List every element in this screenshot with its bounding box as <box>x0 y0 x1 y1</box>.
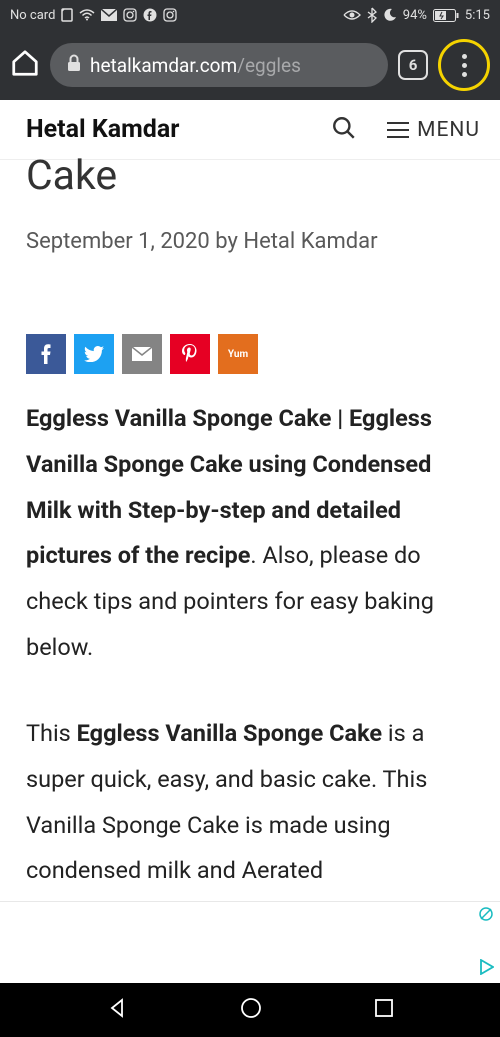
status-right: 94% 5:15 <box>343 7 490 23</box>
bluetooth-icon <box>367 7 377 23</box>
more-menu-highlight <box>438 39 490 91</box>
nav-recent-button[interactable] <box>374 998 394 1022</box>
home-icon[interactable] <box>10 48 40 82</box>
mail-icon <box>101 9 117 21</box>
share-twitter[interactable] <box>74 334 114 374</box>
sim-icon <box>61 8 73 22</box>
share-yummly[interactable]: Yum <box>218 334 258 374</box>
p2-bold: Eggless Vanilla Sponge Cake <box>77 719 382 747</box>
eye-icon <box>343 9 361 21</box>
menu-label: MENU <box>417 118 480 142</box>
battery-icon <box>433 9 459 22</box>
instagram-icon <box>123 8 137 22</box>
android-status-bar: No card 94% 5:15 <box>0 0 500 30</box>
instagram-icon-2 <box>163 8 177 22</box>
site-title[interactable]: Hetal Kamdar <box>26 115 179 144</box>
by-label: by <box>215 229 238 254</box>
post-meta: September 1, 2020 by Hetal Kamdar <box>26 229 474 254</box>
post-author[interactable]: Hetal Kamdar <box>243 229 377 254</box>
share-row: Yum <box>26 334 474 374</box>
search-icon[interactable] <box>331 115 357 145</box>
share-email[interactable] <box>122 334 162 374</box>
moon-icon <box>383 8 397 22</box>
hamburger-icon <box>387 122 409 138</box>
site-header: Hetal Kamdar MENU <box>0 100 500 160</box>
lock-icon <box>66 54 82 77</box>
wifi-icon <box>79 9 95 21</box>
yum-label: Yum <box>228 349 248 360</box>
browser-toolbar: hetalkamdar.com/eggles 6 <box>0 30 500 100</box>
share-pinterest[interactable] <box>170 334 210 374</box>
paragraph-1: Eggless Vanilla Sponge Cake | Eggless Va… <box>26 396 474 671</box>
p2-a: This <box>26 719 77 747</box>
url-path: /eggles <box>237 54 301 77</box>
nav-back-button[interactable] <box>106 997 128 1023</box>
ad-play-icon[interactable] <box>480 959 494 979</box>
tab-count-label: 6 <box>409 56 418 74</box>
tab-switcher[interactable]: 6 <box>398 50 428 80</box>
ad-info-icon[interactable] <box>478 906 494 926</box>
post-content: Cake September 1, 2020 by Hetal Kamdar Y… <box>0 156 500 894</box>
carrier-label: No card <box>10 8 55 23</box>
status-left: No card <box>10 8 177 23</box>
url-domain: hetalkamdar.com <box>90 54 237 77</box>
ad-banner[interactable] <box>0 901 500 983</box>
post-title: Cake <box>26 156 474 197</box>
nav-home-button[interactable] <box>239 996 263 1024</box>
menu-button[interactable]: MENU <box>387 118 480 142</box>
post-date: September 1, 2020 <box>26 229 210 254</box>
battery-pct: 94% <box>403 8 427 23</box>
paragraph-2: This Eggless Vanilla Sponge Cake is a su… <box>26 711 474 894</box>
more-menu-button[interactable] <box>462 54 467 77</box>
facebook-icon <box>143 8 157 22</box>
android-nav-bar <box>0 983 500 1037</box>
share-facebook[interactable] <box>26 334 66 374</box>
clock-label: 5:15 <box>465 8 490 23</box>
url-bar[interactable]: hetalkamdar.com/eggles <box>50 43 388 87</box>
